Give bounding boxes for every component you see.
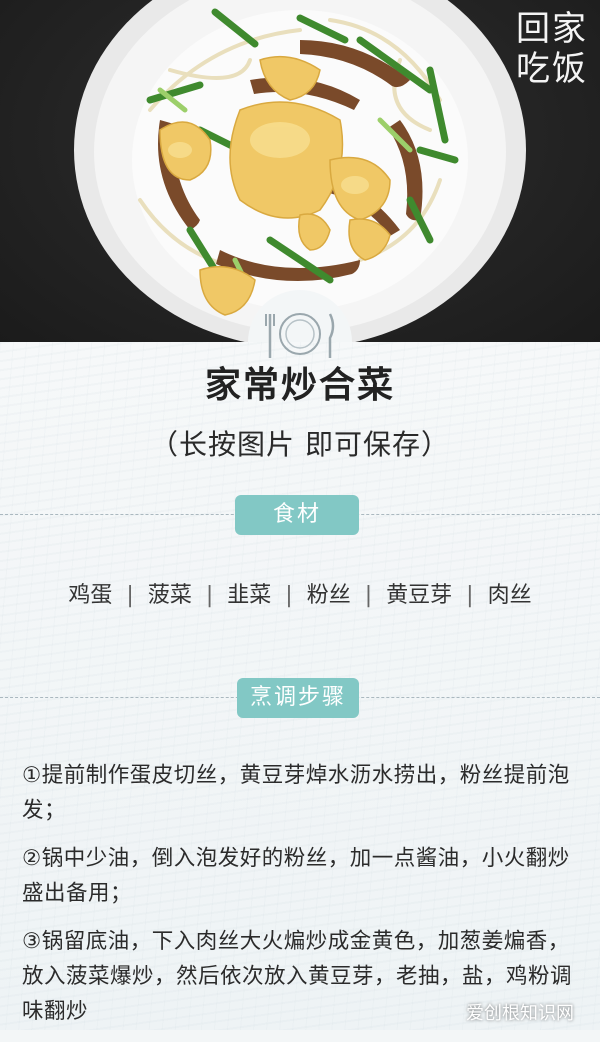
separator: | [466,583,474,608]
step-item: ②锅中少油，倒入泡发好的粉丝，加一点酱油，小火翻炒盛出备用； [22,846,570,906]
ingredients-list: 鸡蛋 | 菠菜 | 韭菜 | 粉丝 | 黄豆芽 | 肉丝 [0,578,600,614]
ingredient-item: 菠菜 [147,583,192,608]
steps-heading: 烹调步骤 [237,678,359,718]
separator: | [285,583,293,608]
brand-logo: 回家 吃饭 [516,10,588,90]
ingredient-item: 黄豆芽 [386,583,453,608]
brand-line-1: 回家 [516,9,588,49]
ingredients-heading: 食材 [235,495,359,535]
steps-list: ①提前制作蛋皮切丝，黄豆芽焯水沥水捞出，粉丝提前泡发； ②锅中少油，倒入泡发好的… [22,758,582,1042]
recipe-title: 家常炒合菜 [204,365,395,406]
step-item: ①提前制作蛋皮切丝，黄豆芽焯水沥水捞出，粉丝提前泡发； [22,763,570,823]
separator: | [205,583,214,608]
ingredient-item: 粉丝 [306,583,351,608]
hero-photo: 回家 吃饭 [0,0,600,342]
save-hint: （长按图片 即可保存） [150,428,450,461]
separator: | [126,583,134,608]
ingredient-item: 韭菜 [227,583,272,608]
brand-line-2: 吃饭 [516,49,588,89]
dish-illustration [74,0,526,342]
separator: | [364,583,373,608]
site-watermark: 爱创根知识网 [466,1003,574,1024]
cutlery-icon [265,313,335,358]
ingredient-item: 肉丝 [487,583,532,608]
ingredient-item: 鸡蛋 [68,583,113,608]
